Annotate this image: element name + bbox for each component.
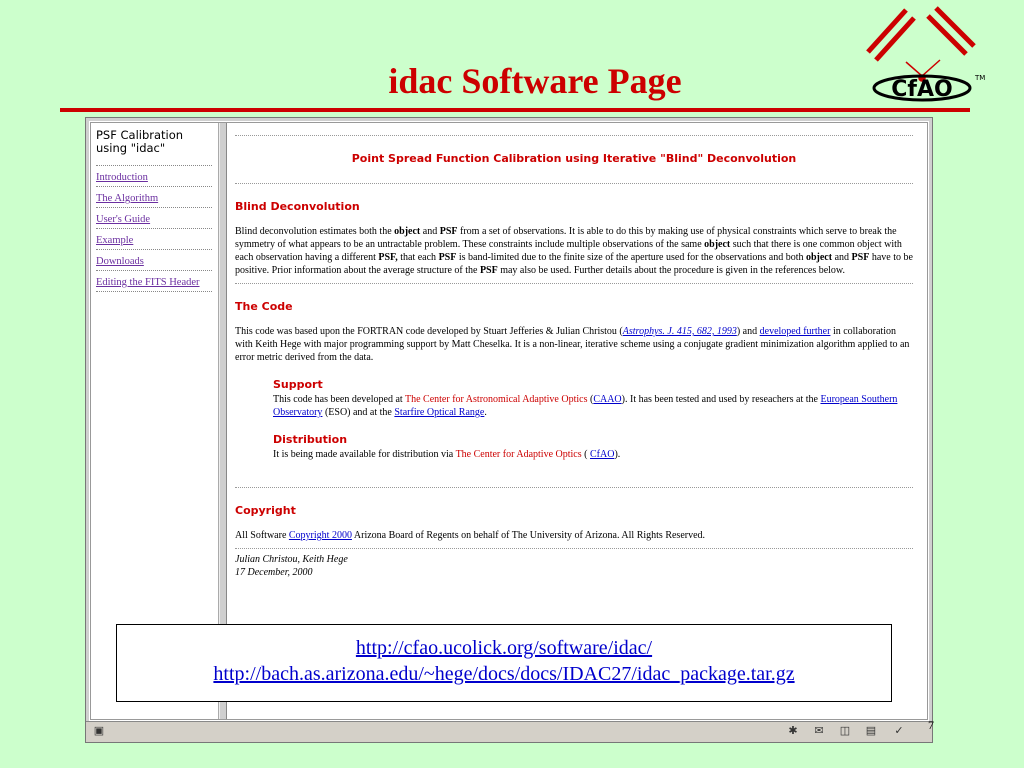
heading-copyright: Copyright [235, 504, 296, 517]
edit-icon[interactable]: ✓ [892, 724, 906, 738]
security-icon[interactable]: ▣ [92, 724, 106, 738]
composer-icon[interactable]: ▤ [864, 724, 878, 738]
nav-link-example[interactable]: Example [96, 235, 212, 247]
signature-date: 17 December, 2000 [235, 567, 313, 578]
nav-link-algorithm[interactable]: The Algorithm [96, 193, 212, 205]
component-bar-icon[interactable]: ✱ [786, 724, 800, 738]
cfao-logo: CfAO TM [866, 6, 985, 102]
copyright-text: All Software Copyright 2000 Arizona Boar… [235, 530, 706, 541]
copyright-link[interactable]: Copyright 2000 [289, 530, 352, 541]
svg-text:TM: TM [974, 74, 985, 82]
nav-link-introduction[interactable]: Introduction [96, 172, 212, 184]
news-icon[interactable]: ◫ [838, 724, 852, 738]
ref-apj-link[interactable]: Astrophys. J. 415, 682, 1993 [623, 326, 737, 337]
heading-support: Support [273, 378, 323, 391]
status-bar: ▣ ✱ ✉ ◫ ▤ ✓ [86, 721, 932, 742]
cfao-link[interactable]: CfAO [590, 449, 614, 460]
starfire-link[interactable]: Starfire Optical Range [394, 407, 484, 418]
page-number: 7 [928, 718, 934, 732]
nav-link-users-guide[interactable]: User's Guide [96, 214, 212, 226]
logo-text: CfAO [891, 77, 952, 102]
heading-the-code: The Code [235, 300, 293, 313]
nav-title: PSF Calibration using "idac" [96, 128, 184, 155]
caao-link[interactable]: CAAO [593, 394, 621, 405]
heading-distribution: Distribution [273, 433, 348, 446]
signature-authors: Julian Christou, Keith Hege [235, 554, 348, 565]
title-rule [60, 108, 970, 112]
nav-link-editing-fits[interactable]: Editing the FITS Header [96, 277, 212, 289]
mail-icon[interactable]: ✉ [812, 724, 826, 738]
heading-blind-deconvolution: Blind Deconvolution [235, 200, 360, 213]
url-box: http://cfao.ucolick.org/software/idac/ h… [116, 624, 892, 702]
url-link-idac-package[interactable]: http://bach.as.arizona.edu/~hege/docs/do… [117, 661, 891, 687]
support-section: Support This code has been developed at … [273, 378, 913, 461]
url-link-cfao-idac[interactable]: http://cfao.ucolick.org/software/idac/ [117, 635, 891, 661]
developed-further-link[interactable]: developed further [760, 326, 831, 337]
code-text: This code was based upon the FORTRAN cod… [235, 326, 910, 363]
nav-link-downloads[interactable]: Downloads [96, 256, 212, 268]
page-banner: Point Spread Function Calibration using … [351, 152, 797, 165]
blind-deconvolution-text: Blind deconvolution estimates both the o… [235, 226, 913, 276]
